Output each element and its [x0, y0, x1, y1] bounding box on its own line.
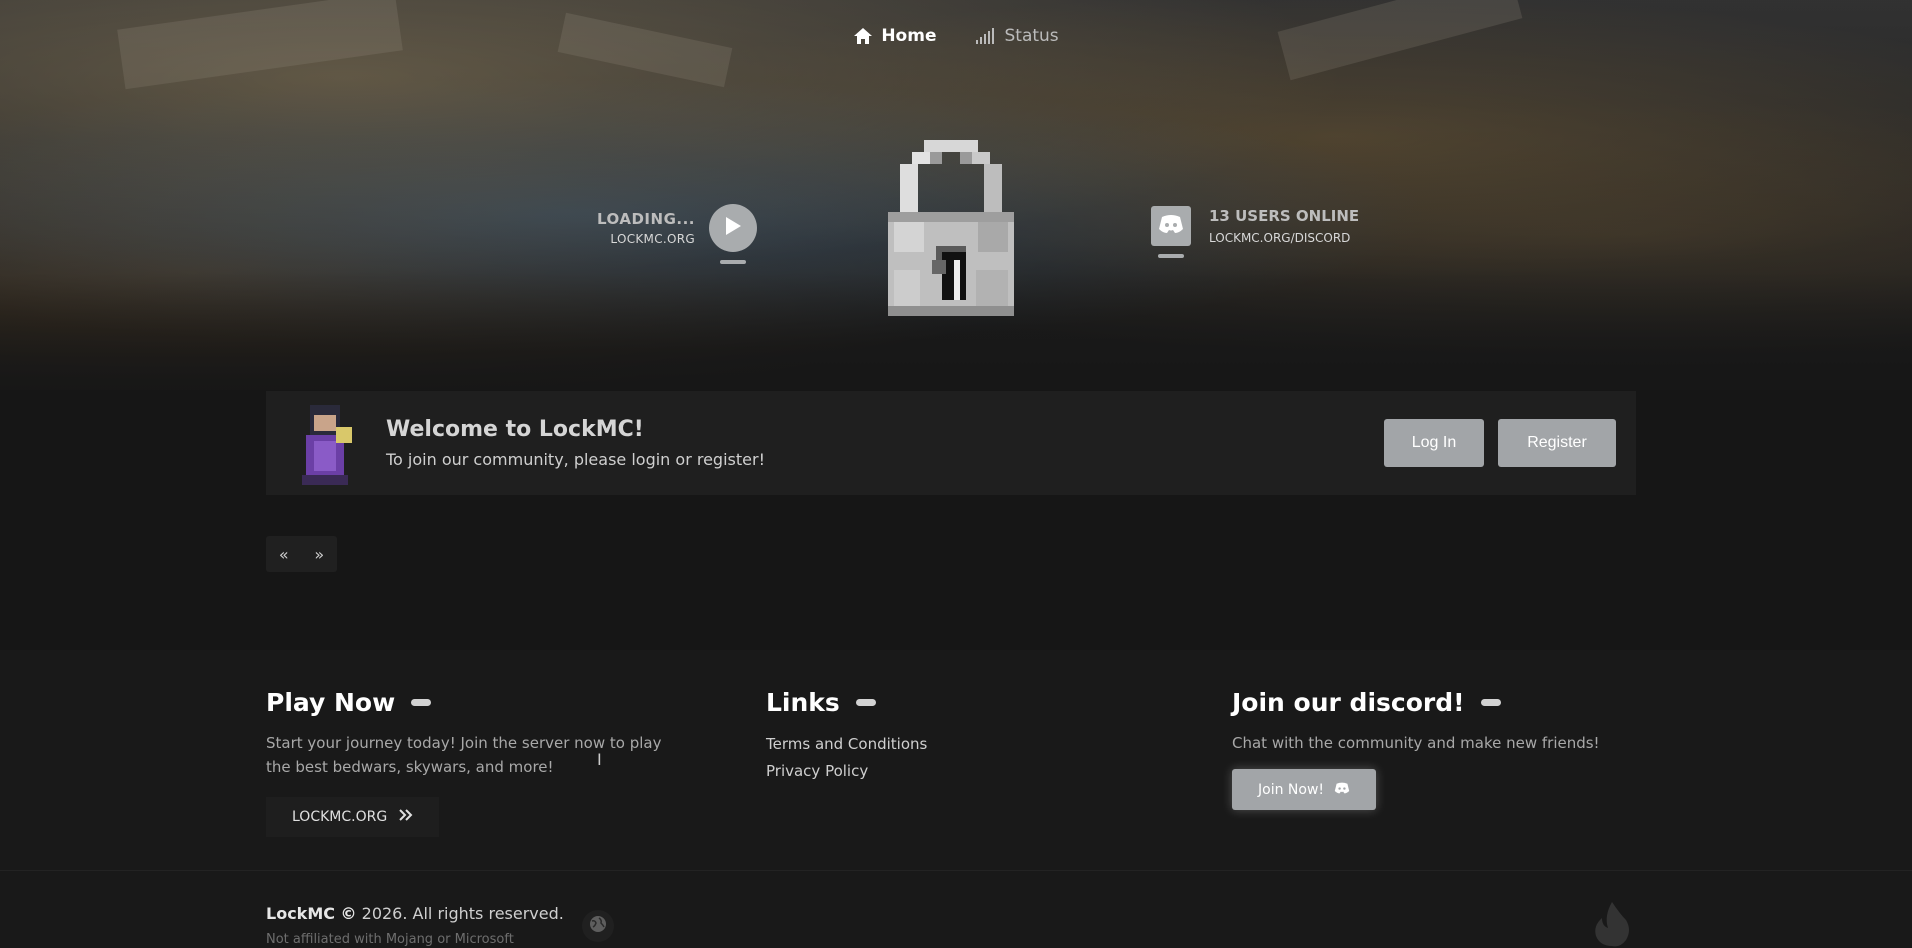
disclaimer: Not affiliated with Mojang or Microsoft	[266, 932, 514, 947]
server-ip-label: LOCKMC.ORG	[292, 809, 388, 825]
discord-underline	[1158, 254, 1184, 258]
pagination: « »	[266, 536, 337, 572]
play-text: Start your journey today! Join the serve…	[266, 734, 662, 776]
welcome-panel: Welcome to LockMC! To join our community…	[266, 391, 1636, 495]
footer-play-column: Play Now Start your journey today! Join …	[266, 688, 686, 837]
server-ip-button[interactable]: LOCKMC.ORG	[266, 797, 440, 837]
next-page-button[interactable]: »	[314, 545, 324, 564]
discord-text: Chat with the community and make new fri…	[1232, 734, 1600, 752]
nav-status-label: Status	[1004, 26, 1059, 46]
copyright-brand: LockMC ©	[266, 904, 357, 923]
language-globe-button[interactable]	[582, 910, 614, 942]
discord-link[interactable]: LOCKMC.ORG/DISCORD	[1209, 231, 1359, 245]
copyright: LockMC © 2026. All rights reserved.	[266, 904, 564, 923]
welcome-title: Welcome to LockMC!	[386, 417, 644, 442]
title-accent	[411, 699, 432, 706]
terms-link[interactable]: Terms and Conditions	[766, 731, 1066, 758]
copyright-text: 2026. All rights reserved.	[356, 904, 564, 923]
discord-widget: 13 USERS ONLINE LOCKMC.ORG/DISCORD	[1151, 206, 1360, 258]
footer-discord-column: Join our discord! Chat with the communit…	[1232, 688, 1652, 810]
discord-icon	[1158, 214, 1184, 238]
title-accent	[855, 699, 876, 706]
top-nav: Home Status	[0, 26, 1912, 46]
flame-icon	[1590, 900, 1634, 948]
nav-home[interactable]: Home	[853, 26, 936, 46]
join-discord-button[interactable]: Join Now!	[1232, 769, 1377, 810]
home-icon	[853, 27, 873, 45]
footer-divider	[0, 870, 1912, 871]
server-address: LOCKMC.ORG	[610, 232, 695, 246]
discord-widget-button[interactable]	[1151, 206, 1191, 258]
signal-icon	[976, 28, 996, 44]
prev-page-button[interactable]: «	[279, 545, 289, 564]
discord-icon	[1334, 782, 1350, 798]
nav-home-label: Home	[881, 26, 937, 46]
server-status: LOADING...	[597, 210, 695, 228]
join-discord-label: Join Now!	[1258, 781, 1325, 798]
nav-status[interactable]: Status	[976, 26, 1059, 46]
lock-logo	[888, 140, 1014, 316]
links-title: Links	[766, 688, 840, 717]
welcome-subtitle: To join our community, please login or r…	[386, 450, 765, 469]
play-button[interactable]	[708, 204, 757, 264]
server-widget: LOADING... LOCKMC.ORG	[597, 204, 757, 264]
register-button[interactable]: Register	[1498, 419, 1616, 467]
play-title: Play Now	[266, 688, 396, 717]
text-cursor-icon: I	[597, 750, 602, 769]
play-icon	[724, 216, 742, 240]
login-button[interactable]: Log In	[1384, 419, 1484, 467]
avatar	[292, 401, 358, 485]
privacy-link[interactable]: Privacy Policy	[766, 758, 1066, 785]
play-underline	[719, 260, 746, 264]
discord-online-count: 13 USERS ONLINE	[1209, 207, 1360, 225]
globe-icon	[589, 915, 607, 937]
footer-links-column: Links Terms and Conditions Privacy Polic…	[766, 688, 1066, 785]
discord-title: Join our discord!	[1232, 688, 1465, 717]
double-chevron-right-icon	[399, 809, 413, 825]
title-accent	[1480, 699, 1501, 706]
